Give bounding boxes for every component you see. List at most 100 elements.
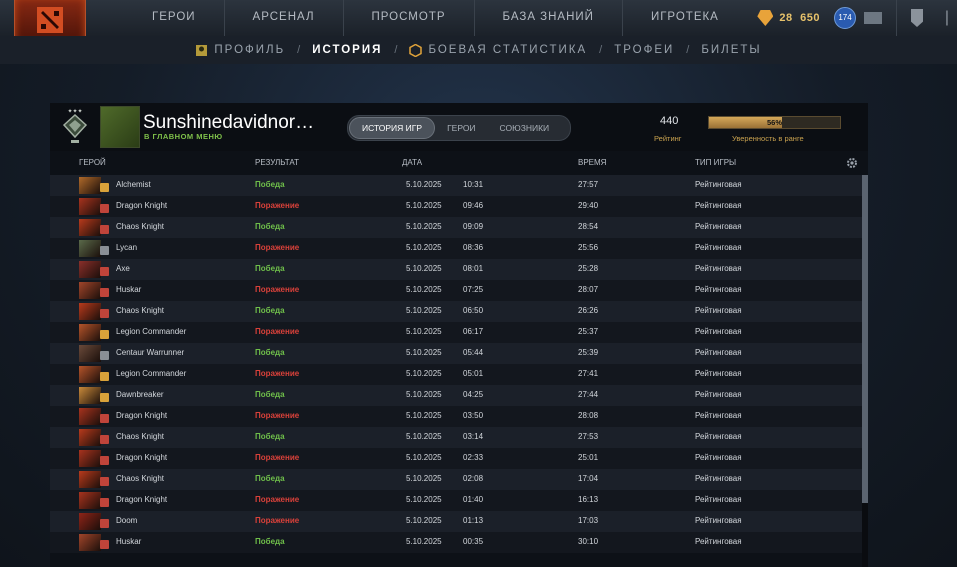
match-type: Рейтинговая — [695, 180, 742, 189]
table-row[interactable]: Doom Поражение 5.10.2025 01:13 17:03 Рейтинго… — [50, 511, 862, 532]
hero-name: Chaos Knight — [116, 432, 165, 441]
scrollbar-thumb[interactable] — [862, 175, 868, 503]
table-row[interactable]: Dragon Knight Поражение 5.10.2025 01:40 16:1… — [50, 490, 862, 511]
avatar[interactable] — [100, 106, 140, 148]
nav-learn[interactable]: БАЗА ЗНАНИЙ — [473, 0, 622, 36]
match-duration: 27:53 — [578, 432, 599, 441]
nav-arcade[interactable]: ИГРОТЕКА — [621, 0, 747, 36]
col-date[interactable]: ДАТА — [402, 158, 422, 167]
match-duration: 25:01 — [578, 453, 599, 462]
match-date: 5.10.2025 — [406, 327, 442, 336]
table-row[interactable]: Chaos Knight Победа 5.10.2025 03:14 27:53 Рей… — [50, 427, 862, 448]
match-duration: 27:44 — [578, 390, 599, 399]
match-time: 00:35 — [463, 537, 484, 546]
hero-attribute-icon — [100, 351, 109, 360]
table-row[interactable]: Axe Победа 5.10.2025 08:01 25:28 Рейтинговая — [50, 259, 862, 280]
table-row[interactable]: Dawnbreaker Победа 5.10.2025 04:25 27:44 Рейт… — [50, 385, 862, 406]
subnav-history[interactable]: ИСТОРИЯ — [300, 44, 394, 56]
match-result: Победа — [255, 390, 285, 399]
match-date: 5.10.2025 — [406, 201, 442, 210]
match-time: 10:31 — [463, 180, 484, 189]
tab-match-history[interactable]: ИСТОРИЯ ИГР — [349, 117, 436, 139]
table-row[interactable]: Dragon Knight Поражение 5.10.2025 09:46 29:4… — [50, 196, 862, 217]
hero-attribute-icon — [100, 498, 109, 507]
rating-value: 440 — [660, 115, 679, 127]
table-row[interactable]: Legion Commander Поражение 5.10.2025 06:17 2… — [50, 322, 862, 343]
table-row[interactable]: Lycan Поражение 5.10.2025 08:36 25:56 Рейтинг… — [50, 238, 862, 259]
match-type: Рейтинговая — [695, 327, 742, 336]
rating-label: Рейтинг — [654, 134, 682, 143]
match-time: 01:13 — [463, 516, 484, 525]
hero-portrait — [79, 345, 101, 362]
match-type: Рейтинговая — [695, 432, 742, 441]
match-result: Победа — [255, 306, 285, 315]
hero-portrait — [79, 513, 101, 530]
hero-name: Chaos Knight — [116, 222, 165, 231]
notification-badge[interactable]: 174 — [834, 7, 856, 29]
table-row[interactable]: Alchemist Победа 5.10.2025 10:31 27:57 Рейтин… — [50, 175, 862, 196]
col-type[interactable]: ТИП ИГРЫ — [695, 158, 736, 167]
match-duration: 25:37 — [578, 327, 599, 336]
match-date: 5.10.2025 — [406, 348, 442, 357]
match-type: Рейтинговая — [695, 243, 742, 252]
shards-display[interactable]: 28 650 — [757, 10, 820, 26]
subnav-trophies[interactable]: ТРОФЕИ — [602, 44, 686, 56]
table-row[interactable]: Chaos Knight Победа 5.10.2025 06:50 26:26 Рей… — [50, 301, 862, 322]
player-name: Sunshinedavidnor… — [143, 112, 315, 133]
col-hero[interactable]: ГЕРОЙ — [79, 158, 106, 167]
subnav-profile[interactable]: ПРОФИЛЬ — [183, 44, 297, 57]
col-result[interactable]: РЕЗУЛЬТАТ — [255, 158, 299, 167]
match-result: Победа — [255, 537, 285, 546]
match-date: 5.10.2025 — [406, 306, 442, 315]
table-row[interactable]: Huskar Поражение 5.10.2025 07:25 28:07 Рейтин… — [50, 280, 862, 301]
match-time: 02:33 — [463, 453, 484, 462]
table-row[interactable]: Huskar Победа 5.10.2025 00:35 30:10 Рейтингов… — [50, 532, 862, 553]
subnav-stats[interactable]: БОЕВАЯ СТАТИСТИКА — [397, 43, 599, 57]
confidence-bar: 56% — [708, 116, 841, 129]
hero-name: Dragon Knight — [116, 201, 168, 210]
col-duration[interactable]: ВРЕМЯ — [578, 158, 606, 167]
match-date: 5.10.2025 — [406, 243, 442, 252]
match-duration: 28:07 — [578, 285, 599, 294]
scrollbar[interactable] — [862, 175, 868, 567]
subnav-tickets[interactable]: БИЛЕТЫ — [689, 44, 773, 56]
match-result: Поражение — [255, 516, 300, 525]
hero-attribute-icon — [100, 225, 109, 234]
match-result: Победа — [255, 222, 285, 231]
match-type: Рейтинговая — [695, 348, 742, 357]
rank-icon-button[interactable] — [896, 0, 937, 36]
match-type: Рейтинговая — [695, 222, 742, 231]
nav-armory[interactable]: АРСЕНАЛ — [223, 0, 343, 36]
table-row[interactable]: Dragon Knight Поражение 5.10.2025 02:33 25:0… — [50, 448, 862, 469]
table-row[interactable]: Chaos Knight Победа 5.10.2025 09:09 28:54 Рей… — [50, 217, 862, 238]
hero-name: Chaos Knight — [116, 306, 165, 315]
hero-attribute-icon — [100, 519, 109, 528]
mail-icon[interactable] — [864, 12, 882, 24]
match-type: Рейтинговая — [695, 306, 742, 315]
table-row[interactable]: Legion Commander Поражение 5.10.2025 05:01 2… — [50, 364, 862, 385]
menu-edge-icon[interactable]: | — [937, 0, 957, 36]
hero-portrait — [79, 450, 101, 467]
hero-name: Alchemist — [116, 180, 151, 189]
match-time: 03:50 — [463, 411, 484, 420]
nav-watch[interactable]: ПРОСМОТР — [342, 0, 474, 36]
hero-attribute-icon — [100, 267, 109, 276]
match-time: 09:09 — [463, 222, 484, 231]
match-type: Рейтинговая — [695, 453, 742, 462]
shield-icon — [911, 9, 923, 27]
match-result: Поражение — [255, 411, 300, 420]
tab-heroes[interactable]: ГЕРОИ — [435, 116, 487, 140]
hero-name: Centaur Warrunner — [116, 348, 185, 357]
table-row[interactable]: Centaur Warrunner Победа 5.10.2025 05:44 25:… — [50, 343, 862, 364]
match-history-panel: ✦✦✦ Sunshinedavidnor… В ГЛАВНОМ МЕНЮ ИСТ… — [50, 103, 868, 567]
match-duration: 17:04 — [578, 474, 599, 483]
tab-allies[interactable]: СОЮЗНИКИ — [488, 116, 562, 140]
match-date: 5.10.2025 — [406, 537, 442, 546]
match-time: 06:50 — [463, 306, 484, 315]
column-header-row: ГЕРОЙ РЕЗУЛЬТАТ ДАТА ВРЕМЯ ТИП ИГРЫ — [50, 151, 868, 175]
gear-icon[interactable] — [846, 157, 858, 169]
table-row[interactable]: Dragon Knight Поражение 5.10.2025 03:50 28:0… — [50, 406, 862, 427]
hero-portrait — [79, 366, 101, 383]
table-row[interactable]: Chaos Knight Победа 5.10.2025 02:08 17:04 Рей… — [50, 469, 862, 490]
nav-heroes[interactable]: ГЕРОИ — [124, 0, 224, 36]
